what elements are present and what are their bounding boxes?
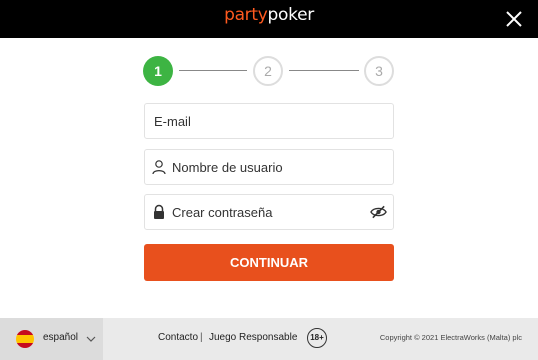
logo-p-text: p: [267, 5, 279, 25]
logo-party-text: party: [224, 5, 268, 25]
lock-icon: [154, 204, 164, 219]
user-icon: [152, 160, 166, 175]
step-3: 3: [364, 56, 394, 86]
copyright-text: Copyright © 2021 ElectraWorks (Malta) pl…: [379, 333, 522, 342]
password-label: Crear contraseña: [172, 205, 273, 220]
contact-link[interactable]: Contacto: [158, 332, 198, 343]
step-connector-1: [179, 70, 247, 71]
language-label: español: [43, 332, 79, 343]
step-connector-2: [289, 70, 359, 71]
spain-flag-icon: [16, 330, 34, 348]
step-2: 2: [253, 56, 283, 86]
username-field[interactable]: Nombre de usuario: [144, 149, 394, 185]
continue-button[interactable]: CONTINUAR: [144, 244, 394, 281]
logo-o-spade: o: [278, 5, 289, 25]
age-restriction-badge: 18+: [307, 328, 327, 348]
responsible-gaming-link[interactable]: Juego Responsable: [209, 332, 297, 343]
footer-separator: |: [200, 332, 203, 343]
step-1: 1: [143, 56, 173, 86]
password-field[interactable]: Crear contraseña: [144, 194, 394, 230]
email-field[interactable]: E-mail: [144, 103, 394, 139]
footer: español Contacto | Juego Responsable 18+…: [0, 318, 538, 360]
logo-ker-text: ker: [288, 5, 314, 25]
email-label: E-mail: [154, 114, 191, 129]
close-icon[interactable]: [504, 9, 524, 29]
chevron-down-icon: [86, 336, 96, 342]
top-bar: partypoker: [0, 0, 538, 38]
partypoker-logo: partypoker: [0, 5, 538, 25]
step-indicator: 1 2 3: [143, 56, 395, 86]
username-label: Nombre de usuario: [172, 160, 283, 175]
eye-hidden-icon[interactable]: [370, 204, 387, 220]
language-selector[interactable]: español: [0, 318, 103, 360]
